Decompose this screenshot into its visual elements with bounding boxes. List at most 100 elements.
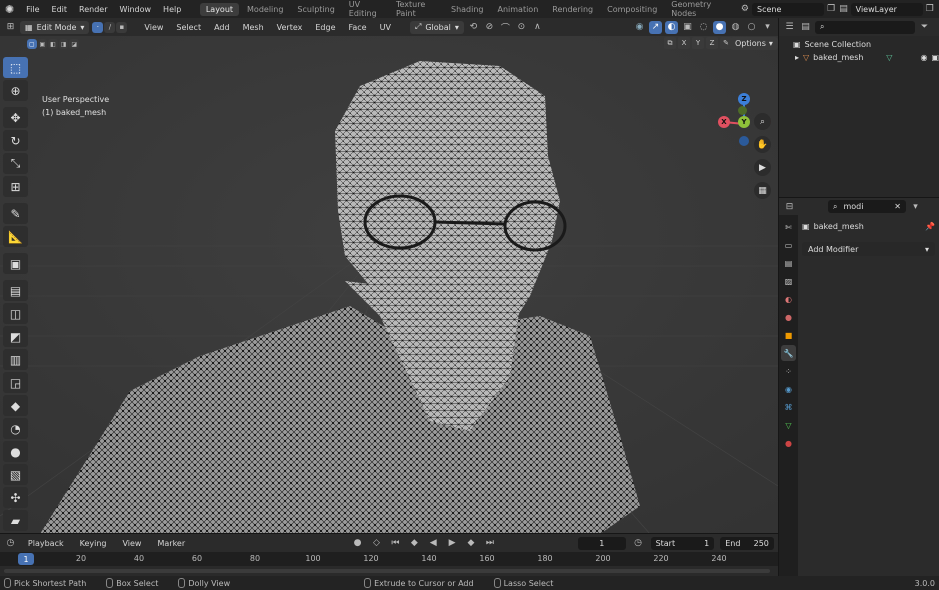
jump-start-icon[interactable]: ⏮ bbox=[389, 537, 402, 550]
select-box-tool-icon[interactable]: ⬚ bbox=[3, 57, 28, 78]
mirror-x-toggle[interactable]: X bbox=[678, 37, 690, 49]
cursor-tool-icon[interactable]: ⊕ bbox=[3, 80, 28, 101]
menu-timeline-view[interactable]: View bbox=[117, 539, 146, 548]
add-cube-tool-icon[interactable]: ▣ bbox=[3, 253, 28, 274]
tab-shading[interactable]: Shading bbox=[445, 3, 490, 16]
scene-collection-row[interactable]: ▣ Scene Collection bbox=[779, 38, 939, 51]
timeline-editor-icon[interactable]: ◷ bbox=[4, 537, 17, 550]
object-tab-icon[interactable]: ■ bbox=[781, 327, 796, 343]
gizmo-z-axis[interactable]: Z bbox=[738, 93, 750, 105]
menu-vertex[interactable]: Vertex bbox=[272, 23, 308, 32]
menu-edge[interactable]: Edge bbox=[310, 23, 340, 32]
rendered-shading-icon[interactable]: ○ bbox=[745, 21, 758, 34]
play-icon[interactable]: ▶ bbox=[446, 537, 459, 550]
transform-tool-icon[interactable]: ⊞ bbox=[3, 176, 28, 197]
options-dropdown[interactable]: Options ▾ bbox=[730, 37, 778, 50]
pin-icon[interactable]: 📌 bbox=[925, 222, 935, 231]
menu-view[interactable]: View bbox=[139, 23, 168, 32]
tab-compositing[interactable]: Compositing bbox=[601, 3, 663, 16]
modifier-tab-icon[interactable]: 🔧 bbox=[781, 345, 796, 361]
select-extend-icon[interactable]: ▣ bbox=[37, 39, 48, 49]
menu-mesh[interactable]: Mesh bbox=[238, 23, 269, 32]
tab-modeling[interactable]: Modeling bbox=[241, 3, 289, 16]
scene-options-icon[interactable]: ❐ bbox=[826, 3, 836, 16]
mirror-z-toggle[interactable]: Z bbox=[706, 37, 718, 49]
scale-tool-icon[interactable]: ⤡ bbox=[3, 153, 28, 174]
properties-editor-icon[interactable]: ⊟ bbox=[783, 200, 796, 213]
smooth-tool-icon[interactable]: ● bbox=[3, 441, 28, 462]
particles-tab-icon[interactable]: ⁘ bbox=[781, 363, 796, 379]
gizmo-x-axis[interactable]: X bbox=[718, 116, 730, 128]
inset-tool-icon[interactable]: ◫ bbox=[3, 303, 28, 324]
tab-rendering[interactable]: Rendering bbox=[546, 3, 599, 16]
physics-tab-icon[interactable]: ◉ bbox=[781, 381, 796, 397]
current-frame-field[interactable]: 1 bbox=[577, 536, 626, 550]
output-tab-icon[interactable]: ▤ bbox=[781, 255, 796, 271]
view-layer-icon[interactable]: ▤ bbox=[838, 3, 848, 16]
scene-selector[interactable]: Scene bbox=[752, 2, 824, 16]
expand-arrow-icon[interactable]: ▸ bbox=[795, 53, 799, 62]
outliner-object-row[interactable]: ▸ ▽ baked_mesh ▽ ◉ ▣ bbox=[779, 51, 939, 64]
data-tab-icon[interactable]: ▽ bbox=[781, 417, 796, 433]
menu-edit[interactable]: Edit bbox=[47, 5, 73, 14]
play-reverse-icon[interactable]: ◀ bbox=[427, 537, 440, 550]
jump-end-icon[interactable]: ⏭ bbox=[483, 537, 496, 550]
eye-icon[interactable]: ◉ bbox=[920, 53, 927, 62]
falloff-icon[interactable]: ∧ bbox=[531, 21, 544, 34]
constraints-tab-icon[interactable]: ⌘ bbox=[781, 399, 796, 415]
camera-icon[interactable]: ▶ bbox=[754, 159, 771, 176]
view-layer-selector[interactable]: ViewLayer bbox=[850, 2, 923, 16]
world-tab-icon[interactable]: ● bbox=[781, 309, 796, 325]
tab-geometry-nodes[interactable]: Geometry Nodes bbox=[665, 0, 731, 20]
timeline-ruler[interactable]: 1 20 40 60 80 100 120 140 160 180 200 22… bbox=[0, 552, 778, 566]
menu-face[interactable]: Face bbox=[344, 23, 372, 32]
gizmo-y-axis[interactable]: Y bbox=[738, 116, 750, 128]
tab-sculpting[interactable]: Sculpting bbox=[291, 3, 340, 16]
end-frame-field[interactable]: End 250 bbox=[720, 536, 774, 550]
menu-window[interactable]: Window bbox=[115, 5, 157, 14]
select-subtract-icon[interactable]: ◧ bbox=[48, 39, 58, 49]
solid-shading-icon[interactable]: ● bbox=[713, 20, 726, 34]
view-layer-tab-icon[interactable]: ▨ bbox=[781, 273, 796, 289]
loop-cut-tool-icon[interactable]: ▥ bbox=[3, 349, 28, 370]
wireframe-shading-icon[interactable]: ◌ bbox=[697, 21, 710, 34]
camera-visibility-icon[interactable]: ▣ bbox=[931, 53, 939, 62]
gizmo-neg-y-axis[interactable] bbox=[738, 106, 747, 115]
move-tool-icon[interactable]: ✥ bbox=[3, 107, 28, 128]
proportional-edit-icon[interactable]: ⊙ bbox=[515, 21, 528, 34]
tab-texture-paint[interactable]: Texture Paint bbox=[390, 0, 443, 20]
edge-slide-tool-icon[interactable]: ▧ bbox=[3, 464, 28, 485]
menu-marker[interactable]: Marker bbox=[152, 539, 190, 548]
mode-selector[interactable]: ▦ Edit Mode ▾ bbox=[20, 20, 90, 34]
measure-tool-icon[interactable]: 📐 bbox=[3, 226, 28, 247]
visibility-icon[interactable]: ◉ bbox=[633, 21, 646, 34]
select-new-icon[interactable]: ▢ bbox=[27, 39, 37, 49]
bevel-tool-icon[interactable]: ◩ bbox=[3, 326, 28, 347]
menu-uv[interactable]: UV bbox=[375, 23, 396, 32]
area-divider[interactable] bbox=[778, 18, 779, 576]
perspective-grid-icon[interactable]: ▦ bbox=[754, 182, 771, 199]
material-tab-icon[interactable]: ● bbox=[781, 435, 796, 451]
scene-icon[interactable]: ⚙ bbox=[740, 3, 750, 16]
filter-icon[interactable]: ⏷ bbox=[918, 21, 931, 34]
extrude-tool-icon[interactable]: ▤ bbox=[3, 280, 28, 301]
spin-tool-icon[interactable]: ◔ bbox=[3, 418, 28, 439]
mesh-data-icon[interactable]: ▽ bbox=[886, 53, 892, 62]
rotate-tool-icon[interactable]: ↻ bbox=[3, 130, 28, 151]
clear-search-icon[interactable]: ✕ bbox=[894, 202, 901, 211]
mirror-y-toggle[interactable]: Y bbox=[692, 37, 704, 49]
menu-add[interactable]: Add bbox=[209, 23, 235, 32]
start-frame-field[interactable]: Start 1 bbox=[650, 536, 715, 550]
zoom-icon[interactable]: ⌕ bbox=[754, 113, 771, 130]
tool-tab-icon[interactable]: ✄ bbox=[781, 219, 796, 235]
mesh-symmetry-icon[interactable]: ⧉ bbox=[664, 37, 676, 49]
shading-options-icon[interactable]: ▾ bbox=[761, 21, 774, 34]
edge-select-icon[interactable]: / bbox=[104, 21, 116, 33]
jump-next-key-icon[interactable]: ◆ bbox=[465, 537, 478, 550]
tab-layout[interactable]: Layout bbox=[199, 2, 240, 16]
scene-tab-icon[interactable]: ◐ bbox=[781, 291, 796, 307]
add-modifier-button[interactable]: Add Modifier ▾ bbox=[802, 242, 935, 256]
vertex-select-icon[interactable]: · bbox=[92, 21, 104, 33]
xray-icon[interactable]: ▣ bbox=[681, 21, 694, 34]
shrink-fatten-tool-icon[interactable]: ✣ bbox=[3, 487, 28, 508]
